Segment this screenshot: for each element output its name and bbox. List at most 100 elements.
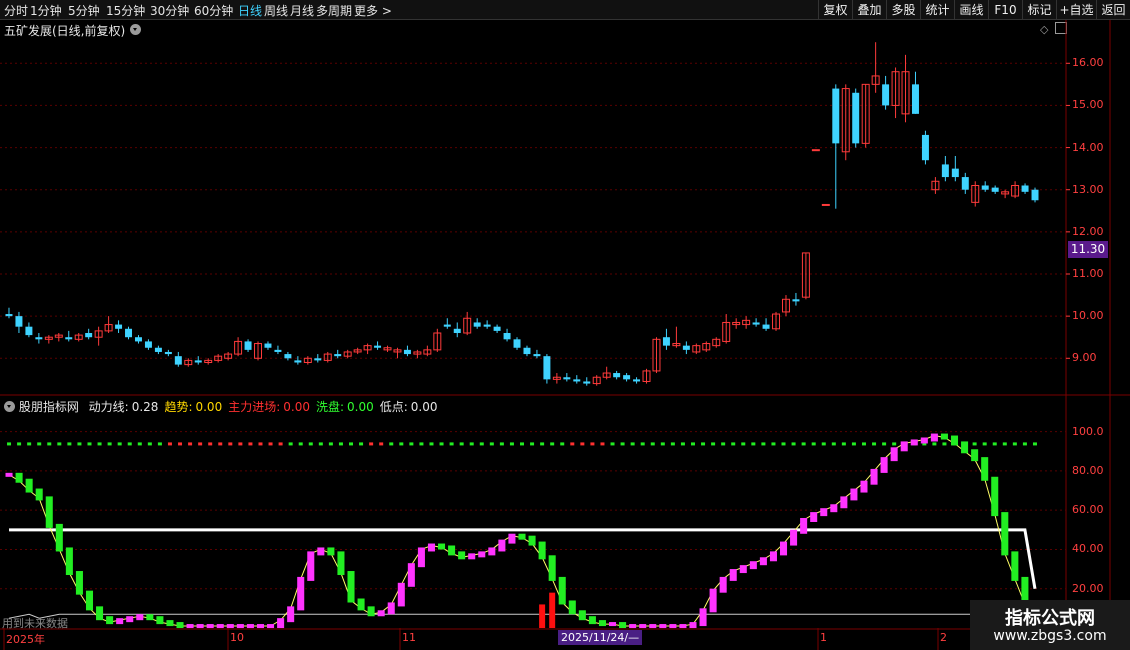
signal-dot — [580, 442, 585, 446]
signal-dot — [117, 442, 122, 446]
signal-dot — [1012, 442, 1017, 446]
momentum-block — [920, 437, 928, 444]
signal-dot — [258, 442, 263, 446]
candle-body-down — [762, 324, 770, 329]
momentum-block — [971, 449, 979, 462]
signal-dot — [550, 442, 555, 446]
candle-body-down — [882, 84, 890, 106]
momentum-block — [136, 614, 144, 621]
candle-body-down — [623, 375, 631, 380]
momentum-block — [317, 547, 325, 556]
momentum-block — [709, 588, 717, 613]
momentum-block — [1011, 551, 1019, 581]
indicator-field-label-2: 主力进场: — [228, 400, 281, 414]
momentum-block — [126, 616, 134, 623]
signal-dot — [57, 442, 62, 446]
candle-body-down — [154, 347, 162, 352]
momentum-block — [488, 547, 496, 556]
indicator-field-value-1: 0.00 — [195, 400, 223, 414]
brand-name: 指标公式网 — [1005, 608, 1095, 629]
momentum-block — [609, 622, 617, 627]
momentum-block — [186, 624, 194, 629]
momentum-block — [558, 576, 566, 605]
signal-dot — [449, 442, 454, 446]
candle-body-down — [752, 322, 760, 325]
momentum-block — [156, 616, 164, 625]
momentum-block — [578, 610, 586, 621]
momentum-block — [55, 523, 63, 552]
signal-dot — [560, 442, 565, 446]
momentum-block — [337, 551, 345, 576]
signal-dot — [640, 442, 645, 446]
signal-dot — [660, 442, 665, 446]
candle-body-down — [134, 337, 142, 342]
momentum-block — [800, 518, 808, 534]
candle-body-up — [821, 203, 830, 206]
signal-dot — [610, 442, 615, 446]
signal-dot — [861, 442, 866, 446]
signal-dot — [680, 442, 685, 446]
candle-body-down — [483, 324, 491, 327]
momentum-block — [407, 563, 415, 587]
candle-body-up — [811, 149, 820, 152]
momentum-block — [75, 571, 83, 595]
signal-dot — [17, 442, 22, 446]
candle-body-down — [921, 134, 929, 161]
candle-body-down — [503, 333, 511, 340]
signal-dot — [992, 442, 997, 446]
signal-dot — [1032, 442, 1037, 446]
momentum-block — [568, 600, 576, 615]
momentum-block — [65, 547, 73, 576]
candle-body-down — [981, 185, 989, 190]
price-axis-label-0: 16.00 — [1072, 56, 1104, 70]
signal-dot — [530, 442, 535, 446]
signal-dot — [982, 442, 987, 446]
momentum-block — [769, 551, 777, 562]
signal-dot — [650, 442, 655, 446]
momentum-block — [699, 608, 707, 627]
candle-body-down — [533, 354, 541, 357]
signal-dot — [369, 442, 374, 446]
indicator-series — [5, 433, 1039, 629]
indicator-name: 股朋指标网 — [18, 400, 79, 414]
signal-dot — [620, 442, 625, 446]
signal-dot — [399, 442, 404, 446]
right-info-strip — [1118, 24, 1130, 394]
candle-body-down — [5, 314, 13, 317]
indicator-field-value-4: 0.00 — [410, 400, 438, 414]
chevron-down-icon[interactable] — [4, 401, 15, 412]
signal-dot — [570, 442, 575, 446]
momentum-block — [176, 622, 184, 629]
signal-dot — [509, 442, 514, 446]
signal-dot — [198, 442, 203, 446]
candle-body-down — [284, 354, 292, 359]
candle-body-down — [682, 345, 690, 350]
price-axis-label-5: 11.00 — [1072, 267, 1104, 280]
signal-dot — [37, 442, 42, 446]
signal-dot — [972, 442, 977, 446]
candle-body-down — [453, 328, 461, 333]
momentum-block — [5, 472, 13, 477]
indicator-field-label-3: 洗盘: — [315, 400, 345, 414]
candle-body-down — [125, 328, 133, 338]
price-axis-label-6: 10.00 — [1072, 309, 1104, 323]
candle-body-down — [852, 92, 860, 144]
candle-body-down — [573, 379, 581, 382]
price-axis-label-2: 14.00 — [1072, 140, 1104, 154]
momentum-block — [991, 476, 999, 517]
signal-dot — [711, 442, 716, 446]
momentum-block — [890, 447, 898, 462]
brand-url: www.zbgs3.com — [993, 628, 1107, 644]
candle-body-down — [65, 337, 73, 340]
signal-dot — [47, 442, 52, 446]
momentum-block — [598, 620, 606, 627]
signal-dot — [630, 442, 635, 446]
candle-body-down — [15, 316, 23, 327]
signal-dot — [600, 442, 605, 446]
momentum-block — [629, 624, 637, 629]
candle-body-down — [1031, 189, 1039, 201]
signal-dot — [1002, 442, 1007, 446]
momentum-block — [981, 457, 989, 481]
signal-dot — [499, 442, 504, 446]
signal-dot — [942, 442, 947, 446]
